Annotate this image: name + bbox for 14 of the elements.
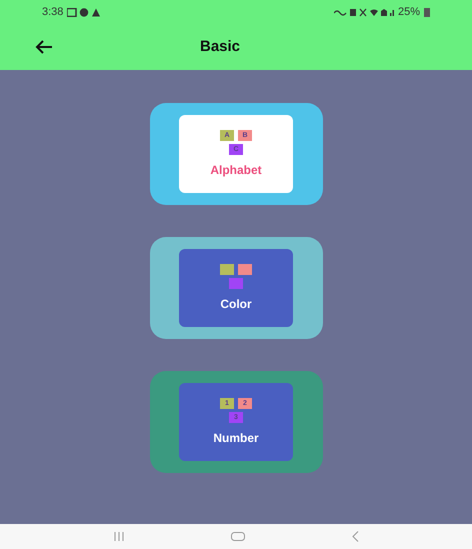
- battery-percent: 25%: [398, 4, 420, 20]
- signal-icons: [334, 8, 394, 16]
- card-label: Alphabet: [210, 162, 262, 178]
- category-card[interactable]: Color: [150, 237, 322, 339]
- card-label: Number: [213, 430, 259, 446]
- card-label: Color: [220, 296, 252, 312]
- back-arrow-icon: [35, 40, 53, 54]
- battery-icon: [424, 8, 430, 16]
- home-icon[interactable]: [230, 532, 244, 541]
- recent-apps-icon[interactable]: [114, 532, 124, 541]
- page-title: Basic: [200, 36, 240, 57]
- back-nav-icon[interactable]: [352, 531, 358, 542]
- notification-icons: [67, 8, 102, 16]
- status-time: 3:38: [42, 4, 64, 20]
